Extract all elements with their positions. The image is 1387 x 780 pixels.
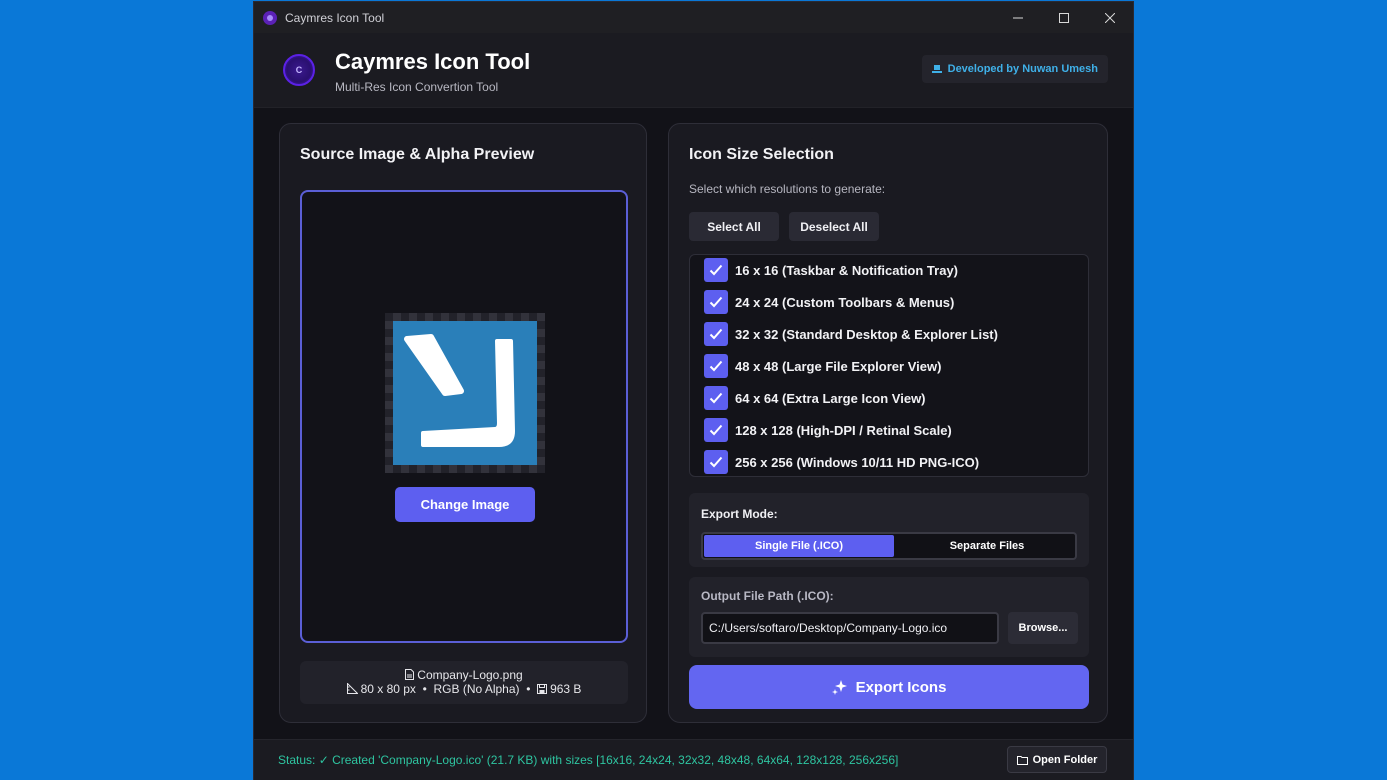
select-all-button[interactable]: Select All bbox=[689, 212, 779, 241]
checkmark-icon bbox=[709, 328, 723, 340]
size-label: 64 x 64 (Extra Large Icon View) bbox=[735, 390, 926, 406]
size-label: 16 x 16 (Taskbar & Notification Tray) bbox=[735, 262, 958, 278]
size-label: 32 x 32 (Standard Desktop & Explorer Lis… bbox=[735, 326, 998, 342]
size-label: 24 x 24 (Custom Toolbars & Menus) bbox=[735, 294, 955, 310]
checkmark-icon bbox=[709, 360, 723, 372]
size-option[interactable]: 24 x 24 (Custom Toolbars & Menus) bbox=[704, 290, 954, 314]
size-option[interactable]: 256 x 256 (Windows 10/11 HD PNG-ICO) bbox=[704, 450, 979, 474]
size-selection-panel: Icon Size Selection Select which resolut… bbox=[668, 123, 1108, 723]
app-window: Caymres Icon Tool C Caymres Icon Tool Mu… bbox=[253, 1, 1134, 780]
app-logo: C bbox=[283, 54, 315, 86]
checkmark-icon bbox=[709, 456, 723, 468]
image-preview-area[interactable]: Change Image bbox=[300, 190, 628, 643]
window-title: Caymres Icon Tool bbox=[285, 10, 385, 25]
export-mode-toggle: Single File (.ICO) Separate Files bbox=[701, 532, 1077, 560]
size-label: 48 x 48 (Large File Explorer View) bbox=[735, 358, 942, 374]
minimize-button[interactable] bbox=[995, 2, 1041, 33]
change-image-button[interactable]: Change Image bbox=[395, 487, 535, 522]
disk-icon bbox=[537, 684, 548, 694]
checkbox-checked[interactable] bbox=[704, 418, 728, 442]
developer-badge: Developed by Nuwan Umesh bbox=[921, 55, 1108, 83]
size-option[interactable]: 32 x 32 (Standard Desktop & Explorer Lis… bbox=[704, 322, 998, 346]
developer-label: Developed by Nuwan Umesh bbox=[947, 63, 1098, 75]
mode-separate-files-button[interactable]: Separate Files bbox=[900, 535, 1074, 557]
maximize-button[interactable] bbox=[1041, 2, 1087, 33]
export-icons-button[interactable]: Export Icons bbox=[689, 665, 1089, 709]
color-mode: RGB (No Alpha) bbox=[433, 682, 520, 696]
size-option[interactable]: 48 x 48 (Large File Explorer View) bbox=[704, 354, 941, 378]
checkbox-checked[interactable] bbox=[704, 258, 728, 282]
checkbox-checked[interactable] bbox=[704, 354, 728, 378]
info-separator: • bbox=[526, 682, 531, 696]
open-folder-label: Open Folder bbox=[1032, 753, 1098, 766]
alpha-checkerboard bbox=[385, 313, 545, 473]
checkbox-checked[interactable] bbox=[704, 290, 728, 314]
app-subtitle: Multi-Res Icon Convertion Tool bbox=[335, 80, 499, 94]
close-icon bbox=[1105, 12, 1115, 23]
checkbox-checked[interactable] bbox=[704, 322, 728, 346]
app-header: C Caymres Icon Tool Multi-Res Icon Conve… bbox=[254, 33, 1133, 108]
export-icons-label: Export Icons bbox=[855, 678, 947, 696]
export-mode-section: Export Mode: Single File (.ICO) Separate… bbox=[689, 493, 1089, 567]
mode-single-file-button[interactable]: Single File (.ICO) bbox=[704, 535, 894, 557]
sparkle-icon bbox=[831, 680, 847, 695]
browse-button[interactable]: Browse... bbox=[1008, 612, 1078, 644]
maximize-icon bbox=[1059, 12, 1069, 23]
app-icon bbox=[263, 10, 277, 25]
open-folder-button[interactable]: Open Folder bbox=[1007, 746, 1107, 773]
output-path-label: Output File Path (.ICO): bbox=[701, 589, 834, 603]
size-option[interactable]: 16 x 16 (Taskbar & Notification Tray) bbox=[704, 258, 958, 282]
file-icon bbox=[405, 669, 415, 680]
close-button[interactable] bbox=[1087, 2, 1133, 33]
export-mode-label: Export Mode: bbox=[701, 507, 778, 521]
folder-icon bbox=[1016, 755, 1028, 765]
checkbox-checked[interactable] bbox=[704, 386, 728, 410]
minimize-icon bbox=[1013, 17, 1023, 18]
app-name: Caymres Icon Tool bbox=[335, 49, 531, 74]
size-list: 16 x 16 (Taskbar & Notification Tray) 24… bbox=[689, 254, 1089, 477]
source-panel-title: Source Image & Alpha Preview bbox=[300, 146, 535, 163]
source-panel: Source Image & Alpha Preview Change Imag… bbox=[279, 123, 647, 723]
deselect-all-button[interactable]: Deselect All bbox=[789, 212, 879, 241]
output-path-section: Output File Path (.ICO): Browse... bbox=[689, 577, 1089, 657]
file-size: 963 B bbox=[550, 682, 582, 696]
checkbox-checked[interactable] bbox=[704, 450, 728, 474]
size-option[interactable]: 128 x 128 (High-DPI / Retinal Scale) bbox=[704, 418, 952, 442]
company-logo-graphic bbox=[404, 334, 515, 447]
size-label: 128 x 128 (High-DPI / Retinal Scale) bbox=[735, 422, 952, 438]
status-bar: Status: ✓ Created 'Company-Logo.ico' (21… bbox=[254, 739, 1133, 780]
checkmark-icon bbox=[709, 424, 723, 436]
checkmark-icon bbox=[709, 264, 723, 276]
checkmark-icon bbox=[709, 392, 723, 404]
size-hint: Select which resolutions to generate: bbox=[689, 182, 886, 196]
size-label: 256 x 256 (Windows 10/11 HD PNG-ICO) bbox=[735, 454, 980, 470]
info-separator: • bbox=[422, 682, 427, 696]
window-controls bbox=[995, 2, 1133, 33]
file-name: Company-Logo.png bbox=[417, 668, 523, 682]
title-bar[interactable]: Caymres Icon Tool bbox=[254, 2, 1133, 33]
company-logo-image bbox=[393, 321, 537, 465]
status-message: Status: ✓ Created 'Company-Logo.ico' (21… bbox=[278, 753, 899, 767]
ruler-icon bbox=[346, 683, 358, 694]
laptop-icon bbox=[931, 65, 942, 73]
file-info: Company-Logo.png 80 x 80 px • RGB (No Al… bbox=[300, 661, 628, 704]
output-path-input[interactable] bbox=[701, 612, 999, 644]
size-panel-title: Icon Size Selection bbox=[689, 146, 834, 163]
image-dimensions: 80 x 80 px bbox=[360, 682, 416, 696]
size-option[interactable]: 64 x 64 (Extra Large Icon View) bbox=[704, 386, 926, 410]
checkmark-icon bbox=[709, 296, 723, 308]
